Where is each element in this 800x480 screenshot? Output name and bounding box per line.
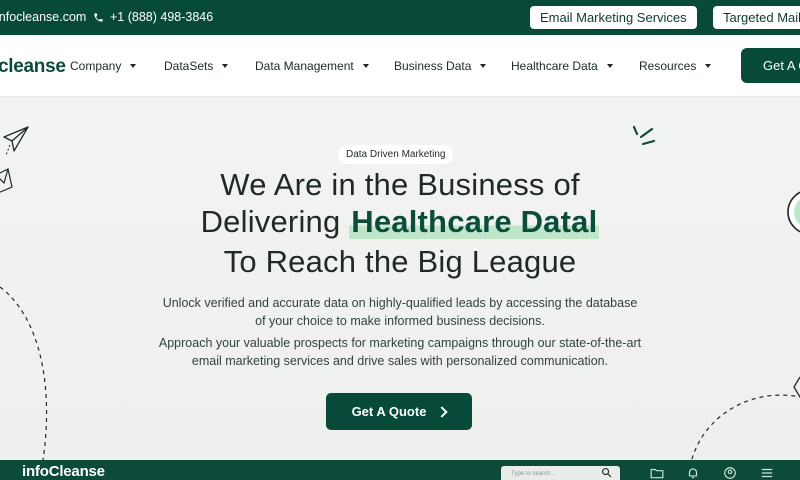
email-link[interactable]: infocleanse.com: [0, 10, 86, 24]
hero-section: Data Driven Marketing We Are in the Busi…: [0, 97, 800, 460]
hero-paragraph-2: Approach your valuable prospects for mar…: [0, 334, 800, 370]
menu-icon[interactable]: [760, 466, 774, 480]
search-icon[interactable]: [601, 467, 612, 478]
user-icon[interactable]: [723, 466, 737, 480]
hero-title-highlight: Healthcare Datal: [349, 204, 600, 239]
small-shape-icon: [793, 376, 800, 398]
hero-badge: Data Driven Marketing: [338, 145, 454, 164]
top-bar: infocleanse.com +1 (888) 498-3846 Email …: [0, 0, 800, 35]
hero-paragraph-1: Unlock verified and accurate data on hig…: [0, 294, 800, 330]
get-a-quote-label: Get A Quote: [351, 404, 427, 419]
nav-menu: Company DataSets Data Management Busines…: [70, 59, 729, 73]
nav-item-data-management[interactable]: Data Management: [255, 59, 394, 73]
sticky-bottom-bar: infoCleanse Type to search...: [0, 460, 800, 480]
nav-item-business-data[interactable]: Business Data: [394, 59, 511, 73]
phone-number: +1 (888) 498-3846: [110, 10, 214, 24]
hero-paragraph-2-line-1: Approach your valuable prospects for mar…: [158, 336, 642, 350]
get-a-quote-button[interactable]: Get A Quote: [326, 393, 472, 430]
hero-title-line-1: We Are in the Business of: [220, 167, 580, 202]
caret-down-icon: [606, 64, 613, 68]
hero-title-line-3: To Reach the Big League: [223, 244, 577, 279]
caret-down-icon: [130, 64, 137, 68]
phone-link[interactable]: +1 (888) 498-3846: [93, 10, 213, 24]
search-placeholder: Type to search...: [511, 471, 556, 477]
get-a-quote-nav-button[interactable]: Get A Quote: [741, 48, 800, 83]
nav-item-label: Data Management: [255, 59, 354, 73]
nav-item-label: DataSets: [164, 59, 214, 73]
nav-item-label: Resources: [639, 59, 697, 73]
spark-lines-icon: [632, 125, 656, 146]
nav-item-resources[interactable]: Resources: [639, 59, 729, 73]
hero-paragraph-2-line-2: email marketing services and drive sales…: [191, 354, 609, 368]
main-nav: cleanse Company DataSets Data Management…: [0, 35, 800, 97]
bell-icon[interactable]: [686, 466, 700, 480]
caret-down-icon: [222, 64, 229, 68]
logo[interactable]: cleanse: [0, 56, 66, 78]
caret-down-icon: [705, 64, 712, 68]
nav-item-company[interactable]: Company: [70, 59, 164, 73]
nav-item-label: Business Data: [394, 59, 472, 73]
search-input[interactable]: Type to search...: [501, 466, 620, 480]
nav-item-label: Healthcare Data: [511, 59, 598, 73]
hero-paragraph-1-line-1: Unlock verified and accurate data on hig…: [162, 296, 638, 310]
nav-item-healthcare-data[interactable]: Healthcare Data: [511, 59, 639, 73]
phone-icon: [94, 12, 103, 22]
email-marketing-services-button[interactable]: Email Marketing Services: [530, 6, 697, 29]
dashed-arc-right: [691, 394, 800, 460]
caret-down-icon: [480, 64, 487, 68]
paper-plane-icon: [3, 126, 29, 156]
hero-paragraph-1-line-2: of your choice to make informed business…: [255, 314, 545, 328]
folder-icon[interactable]: [650, 466, 664, 480]
targeted-mailing-button[interactable]: Targeted Mailing: [713, 6, 800, 29]
hero-title-line-2: Delivering Healthcare Datal: [0, 204, 800, 240]
nav-item-datasets[interactable]: DataSets: [164, 59, 255, 73]
bottom-logo[interactable]: infoCleanse: [22, 463, 105, 480]
nav-item-label: Company: [70, 59, 122, 73]
caret-down-icon: [362, 64, 369, 68]
hero-title-prefix: Delivering: [200, 204, 341, 239]
chevron-right-icon: [436, 405, 449, 418]
